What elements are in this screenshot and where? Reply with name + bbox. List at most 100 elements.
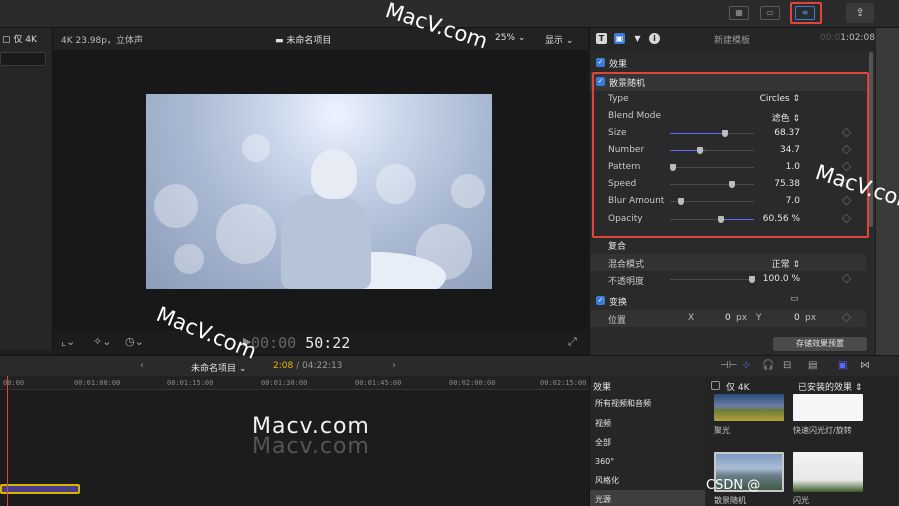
color-inspector-icon[interactable]: ▼: [632, 33, 643, 44]
bokeh-circle: [451, 174, 485, 208]
category-item-selected[interactable]: 光源: [590, 490, 706, 506]
chevron-down-icon: ⌄: [517, 33, 526, 43]
effects-section-label: 效果: [609, 60, 628, 70]
save-effects-preset-button[interactable]: 存储效果预置: [773, 337, 867, 351]
transform-checkbox[interactable]: ✓: [596, 296, 605, 305]
bokeh-circle: [242, 134, 270, 162]
zoom-menu[interactable]: 25% ⌄: [495, 33, 525, 43]
share-icon[interactable]: ⇪: [846, 3, 874, 23]
updown-chevron-icon: ⇕: [854, 383, 863, 393]
position-x-value[interactable]: 0: [725, 313, 731, 323]
category-item[interactable]: 视频: [590, 414, 706, 433]
effect-thumb-flash-strobe[interactable]: [793, 394, 863, 421]
category-item[interactable]: 360°: [590, 452, 706, 471]
total-time: / 04:22:13: [296, 361, 343, 371]
display-label: 显示: [545, 36, 564, 46]
audio-skimming-icon[interactable]: ⊣⊢: [720, 360, 737, 371]
timeline-toolbar: ‹ 未命名项目 ⌄ 2:08 / 04:22:13 › ⊣⊢ ⊹ 🎧 ⊟ ▤ ▣…: [0, 355, 899, 376]
chevron-right-icon[interactable]: ›: [392, 360, 396, 371]
timeline-time: 2:08 / 04:22:13: [273, 361, 342, 371]
chevron-left-icon[interactable]: ‹: [140, 360, 144, 371]
timeline[interactable]: 00:00 00:01:00:00 00:01:15:00 00:01:30:0…: [0, 376, 589, 506]
clip-appearance-icon[interactable]: ▤: [808, 360, 817, 371]
transform-overlay-icon[interactable]: ▭: [790, 294, 799, 304]
timeline-project-menu[interactable]: 未命名项目 ⌄: [191, 361, 246, 374]
composite-blend-popup[interactable]: 正常 ⇕: [772, 257, 800, 270]
param-value[interactable]: 100.0 %: [763, 274, 800, 284]
only-4k-checkbox[interactable]: [711, 381, 720, 390]
chevron-down-icon: ⌄: [565, 36, 574, 46]
effect-highlight-box: [592, 72, 869, 238]
filmstrip-icon[interactable]: ▭: [760, 6, 780, 20]
bokeh-circle: [154, 184, 198, 228]
format-label: 4K 23.98p，立体声: [61, 36, 143, 46]
timeline-ruler[interactable]: 00:00 00:01:00:00 00:01:15:00 00:01:30:0…: [0, 376, 589, 390]
viewer-project: ▬ 未命名项目: [275, 33, 331, 46]
inspector-timecode-dim: 00:0: [820, 33, 841, 43]
effect-thumb-spotlight[interactable]: [714, 394, 784, 421]
inspector-timecode-value: 1:02:08: [840, 33, 875, 43]
speed-gauge-icon[interactable]: ◷⌄: [125, 335, 144, 348]
category-item[interactable]: 风格化: [590, 471, 706, 490]
playhead[interactable]: [7, 376, 8, 506]
transform-tool-icon[interactable]: ⌞⌄: [61, 335, 75, 348]
effects-browser-header: 效果: [593, 383, 612, 393]
figure-body: [281, 194, 371, 289]
effects-section[interactable]: ✓ 效果: [590, 54, 866, 72]
viewer-footer: ⌞⌄ ✧⌄ ◷⌄ ▶ 00:00 50:22 ⤢: [53, 331, 588, 355]
ruler-tick: 00:01:30:00: [261, 379, 308, 387]
timeline-clip[interactable]: [0, 484, 80, 494]
info-icon[interactable]: i: [649, 33, 660, 44]
category-item[interactable]: 所有视频和音频: [590, 394, 706, 413]
effects-browser-icon[interactable]: ▣: [838, 360, 847, 371]
headphones-icon[interactable]: 🎧: [762, 360, 774, 371]
composite-section[interactable]: 复合: [590, 236, 866, 254]
position-x-label: X: [688, 313, 695, 323]
browser-search-input[interactable]: [0, 52, 46, 66]
position-y-unit: px: [805, 313, 817, 323]
ruler-tick: 00:01:45:00: [355, 379, 402, 387]
transform-section-label: 变换: [609, 298, 628, 308]
bokeh-circle: [216, 204, 276, 264]
transitions-browser-icon[interactable]: ⋈: [860, 360, 870, 371]
inspector: T ▣ ▼ i 新建模板 00:01:02:08 ✓ 效果 ✓ 散景随机 Typ…: [589, 28, 876, 355]
bokeh-circle: [174, 244, 204, 274]
param-value: 正常: [771, 260, 790, 270]
grid-icon[interactable]: ▦: [729, 6, 749, 20]
viewer-header: 4K 23.98p，立体声 ▬ 未命名项目 25% ⌄ 显示 ⌄: [53, 28, 588, 50]
param-position: 位置 X 0 px Y 0 px: [590, 310, 866, 327]
installed-effects-menu[interactable]: 已安装的效果 ⇕: [798, 380, 862, 393]
effect-thumb-label: 闪光: [793, 496, 809, 505]
bokeh-circle: [376, 164, 416, 204]
only-4k-label: 仅 4K: [726, 383, 750, 393]
video-frame[interactable]: [146, 94, 492, 289]
keyframe-icon[interactable]: [841, 312, 852, 323]
figure-hair: [311, 149, 357, 199]
composite-opacity-slider[interactable]: [670, 276, 755, 283]
keyframe-icon[interactable]: [841, 273, 852, 284]
fullscreen-icon[interactable]: ⤢: [568, 335, 577, 349]
solo-icon[interactable]: ⊟: [783, 360, 791, 371]
browser-panel: ▢ 仅 4K: [0, 28, 53, 350]
effects-category-list: 效果 所有视频和音频 视频 全部 360° 风格化 光源: [589, 376, 706, 506]
effects-checkbox[interactable]: ✓: [596, 58, 605, 67]
param-label: 位置: [608, 316, 627, 326]
display-menu[interactable]: 显示 ⌄: [545, 33, 573, 46]
param-composite-blend: 混合模式 正常 ⇕: [590, 254, 866, 271]
effect-thumb-label: 散景随机: [714, 496, 746, 505]
snapping-icon[interactable]: ⊹: [742, 360, 750, 371]
transform-section[interactable]: ✓ 变换 ▭: [590, 292, 866, 310]
position-y-value[interactable]: 0: [794, 313, 800, 323]
composite-opacity-number: 100.0: [762, 274, 789, 284]
category-item[interactable]: 全部: [590, 433, 706, 452]
effect-thumb-flash[interactable]: [793, 452, 863, 492]
timecode-value: 50:22: [305, 334, 351, 352]
composite-opacity-unit: %: [791, 274, 800, 284]
param-label: 不透明度: [608, 277, 645, 287]
video-inspector-icon[interactable]: ▣: [614, 33, 625, 44]
only-4k-filter[interactable]: ▢ 仅 4K: [2, 32, 37, 45]
slider-knob[interactable]: [749, 276, 755, 283]
title-inspector-icon[interactable]: T: [596, 33, 607, 44]
viewer: 4K 23.98p，立体声 ▬ 未命名项目 25% ⌄ 显示 ⌄ ⌞⌄ ✧⌄ ◷…: [53, 28, 588, 355]
enhance-wand-icon[interactable]: ✧⌄: [93, 335, 111, 348]
